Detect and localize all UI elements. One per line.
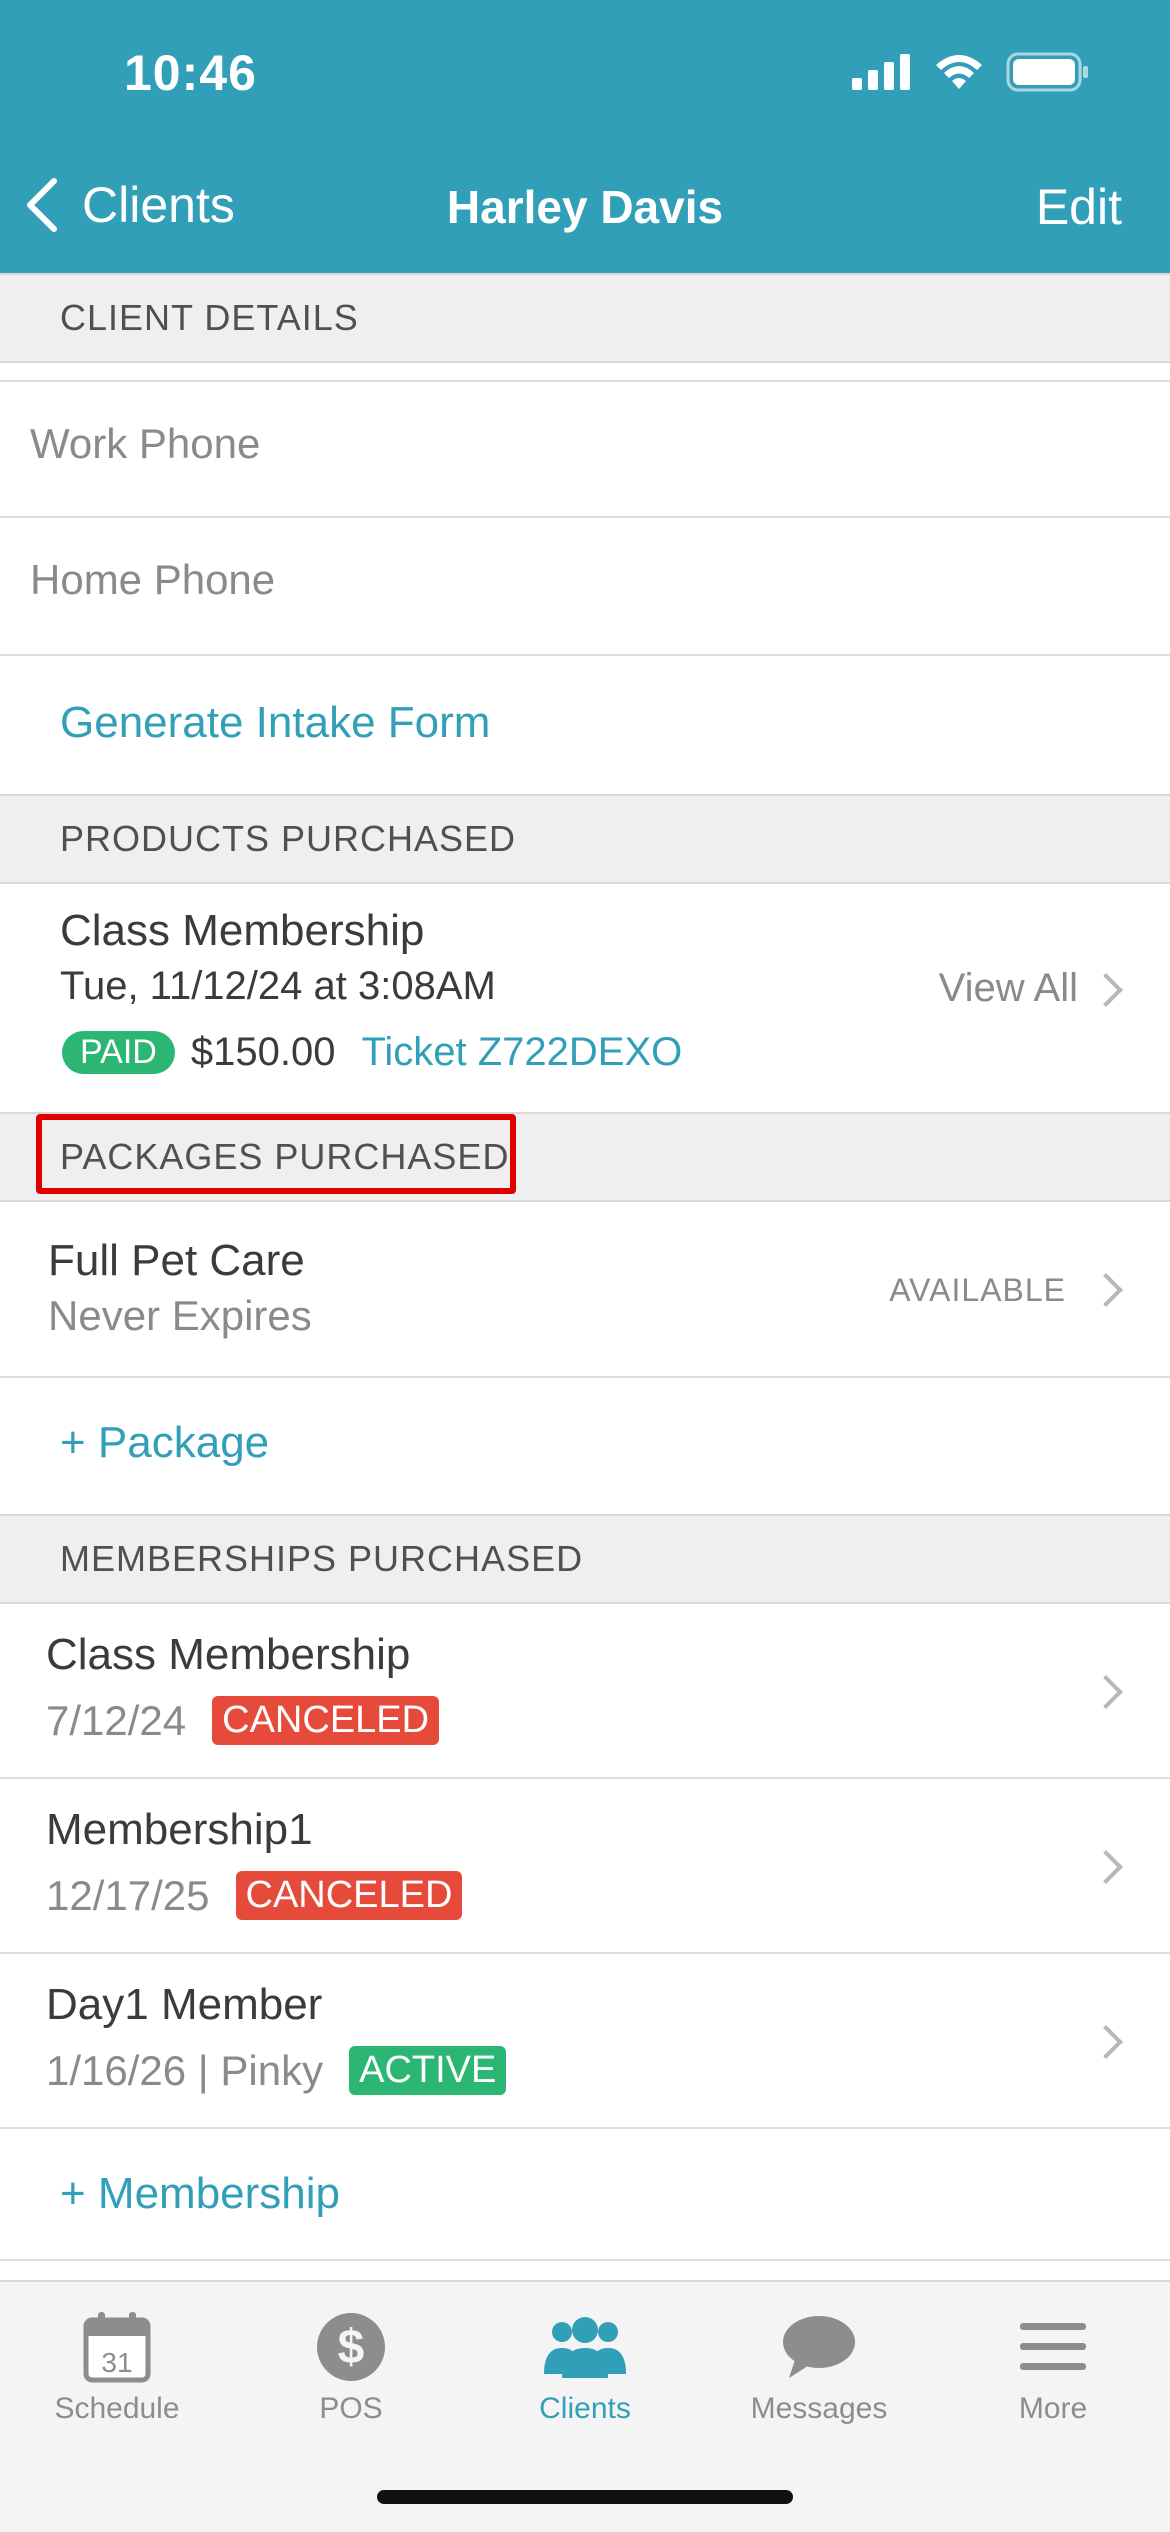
- tab-label: Schedule: [54, 2392, 180, 2425]
- package-status: AVAILABLE: [889, 1272, 1066, 1308]
- paid-badge: PAID: [62, 1031, 175, 1074]
- product-payment-line: PAID $150.00 Ticket Z722DEXO: [62, 1030, 682, 1075]
- products-purchased-header-label: PRODUCTS PURCHASED: [60, 818, 517, 859]
- home-indicator: [377, 2490, 793, 2504]
- package-row[interactable]: Full Pet Care Never Expires AVAILABLE: [0, 1202, 1170, 1378]
- membership-date: 12/17/25: [46, 1871, 210, 1919]
- chevron-right-icon: [1089, 2025, 1123, 2059]
- battery-icon: [1006, 52, 1088, 92]
- product-row[interactable]: Class Membership Tue, 11/12/24 at 3:08AM…: [0, 884, 1170, 1112]
- add-package-link[interactable]: + Package: [60, 1418, 269, 1468]
- navigation-bar: 10:46 Clients Harley Davis Edit: [0, 0, 1170, 273]
- view-all-link[interactable]: View All: [939, 966, 1078, 1011]
- tab-label: More: [1018, 2392, 1088, 2425]
- client-details-header: CLIENT DETAILS: [0, 273, 1170, 363]
- client-details-header-label: CLIENT DETAILS: [60, 297, 359, 338]
- status-icons: [852, 52, 1090, 92]
- add-package-row[interactable]: + Package: [0, 1378, 1170, 1514]
- packages-purchased-header-label: PACKAGES PURCHASED: [60, 1136, 510, 1177]
- active-badge: ACTIVE: [349, 2046, 507, 2095]
- tab-more[interactable]: More: [936, 2302, 1170, 2426]
- packages-purchased-header: PACKAGES PURCHASED: [0, 1112, 1170, 1202]
- svg-text:$: $: [338, 2321, 365, 2374]
- tab-schedule[interactable]: 31 Schedule: [0, 2302, 234, 2426]
- package-expiry: Never Expires: [48, 1292, 312, 1339]
- chat-icon: [783, 2316, 855, 2378]
- membership-date: 7/12/24: [46, 1696, 187, 1744]
- membership-meta: 1/16/26 | Pinky ACTIVE: [46, 2046, 507, 2095]
- membership-row[interactable]: Membership1 12/17/25 CANCELED: [0, 1779, 1170, 1954]
- product-amount: $150.00: [190, 1030, 336, 1074]
- generate-intake-form-row[interactable]: Generate Intake Form: [0, 656, 1170, 794]
- canceled-badge: CANCELED: [212, 1696, 440, 1745]
- page-title: Harley Davis: [446, 181, 724, 233]
- product-name: Class Membership: [60, 906, 425, 955]
- wifi-icon: [936, 55, 982, 89]
- add-membership-link[interactable]: + Membership: [60, 2169, 340, 2219]
- chevron-right-icon: [1089, 1273, 1123, 1307]
- membership-meta: 12/17/25 CANCELED: [46, 1871, 463, 1920]
- status-time: 10:46: [124, 45, 257, 101]
- tab-messages[interactable]: Messages: [702, 2302, 936, 2426]
- ticket-link[interactable]: Ticket Z722DEXO: [361, 1030, 682, 1075]
- cellular-signal-icon: [852, 54, 910, 90]
- chevron-right-icon: [1089, 1850, 1123, 1884]
- home-phone-row[interactable]: Home Phone: [0, 518, 1170, 656]
- tab-pos[interactable]: $ POS: [234, 2302, 468, 2426]
- product-date: Tue, 11/12/24 at 3:08AM: [60, 964, 496, 1008]
- dollar-icon: $: [317, 2313, 385, 2381]
- generate-intake-form-link[interactable]: Generate Intake Form: [60, 698, 490, 748]
- membership-name: Membership1: [46, 1805, 313, 1854]
- products-purchased-header: PRODUCTS PURCHASED: [0, 794, 1170, 884]
- canceled-badge: CANCELED: [235, 1871, 463, 1920]
- menu-icon: [1020, 2323, 1086, 2370]
- work-phone-label: Work Phone: [30, 420, 261, 467]
- work-phone-row[interactable]: Work Phone: [0, 380, 1170, 518]
- clients-icon: [544, 2317, 626, 2378]
- add-membership-row[interactable]: + Membership: [0, 2129, 1170, 2261]
- memberships-purchased-header-label: MEMBERSHIPS PURCHASED: [60, 1538, 584, 1579]
- calendar-icon: 31: [83, 2312, 151, 2383]
- membership-name: Class Membership: [46, 1630, 411, 1679]
- package-name: Full Pet Care: [48, 1236, 305, 1285]
- edit-button[interactable]: Edit: [1036, 178, 1122, 236]
- tab-clients[interactable]: Clients: [468, 2302, 702, 2426]
- chevron-right-icon: [1089, 973, 1123, 1007]
- chevron-right-icon: [1089, 1675, 1123, 1709]
- tab-label: Clients: [539, 2392, 631, 2425]
- calendar-day: 31: [101, 2347, 132, 2378]
- membership-meta: 7/12/24 CANCELED: [46, 1696, 440, 1745]
- membership-row[interactable]: Class Membership 7/12/24 CANCELED: [0, 1604, 1170, 1779]
- membership-row[interactable]: Day1 Member 1/16/26 | Pinky ACTIVE: [0, 1954, 1170, 2129]
- membership-name: Day1 Member: [46, 1980, 323, 2029]
- tab-label: Messages: [750, 2392, 888, 2425]
- membership-date: 1/16/26 | Pinky: [46, 2046, 324, 2094]
- tab-label: POS: [319, 2392, 383, 2425]
- memberships-purchased-header: MEMBERSHIPS PURCHASED: [0, 1514, 1170, 1604]
- home-phone-label: Home Phone: [30, 556, 276, 603]
